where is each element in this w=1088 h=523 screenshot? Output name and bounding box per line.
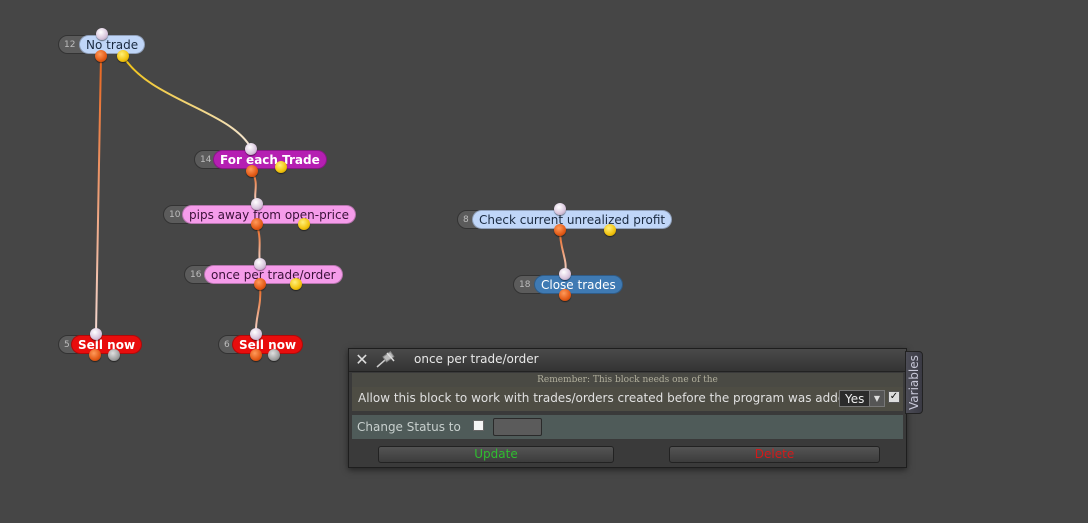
input-port-icon[interactable] [90,328,102,340]
output-port-icon[interactable] [250,349,262,361]
output-port-icon[interactable] [95,50,107,62]
node-label: Close trades [534,275,623,294]
node-once-per-trade[interactable]: 16 once per trade/order [184,258,343,290]
panel-title: once per trade/order [414,352,539,366]
allow-old-trades-checkbox[interactable]: ✓ [888,391,900,403]
wire-once-to-sell-now [254,285,262,334]
input-port-icon[interactable] [554,203,566,215]
node-label: Check current unrealized profit [472,210,673,229]
select-value: Yes [845,392,865,406]
delete-button[interactable]: Delete [669,446,880,463]
input-port-icon[interactable] [254,258,266,270]
node-pips-away[interactable]: 10 pips away from open-price [163,198,356,230]
node-check-profit[interactable]: 8 Check current unrealized profit [457,203,673,236]
chevron-down-icon[interactable]: ▼ [869,391,884,406]
wire-no-trade-to-sell-now [95,55,102,334]
output-port-icon[interactable] [246,165,258,177]
input-port-icon[interactable] [96,28,108,40]
node-sell-now-a[interactable]: 5 Sell now [58,328,143,361]
output-port-icon[interactable] [268,349,280,361]
node-label: Sell now [71,335,143,354]
pin-icon[interactable] [375,350,397,369]
input-port-icon[interactable] [251,198,263,210]
update-button[interactable]: Update [378,446,614,463]
output-port-icon[interactable] [117,50,129,62]
output-port-icon[interactable] [108,349,120,361]
node-label: Sell now [232,335,304,354]
wire-check-to-close [559,230,567,274]
output-port-icon[interactable] [290,278,302,290]
output-port-icon[interactable] [254,278,266,290]
node-label: pips away from open-price [182,205,356,224]
input-port-icon[interactable] [250,328,262,340]
change-status-checkbox[interactable] [473,420,484,431]
panel-notice: Remember: This block needs one of the [352,373,903,387]
wire-no-trade-to-for-each [122,55,252,149]
output-port-icon[interactable] [559,289,571,301]
node-for-each-trade[interactable]: 14 For each Trade [194,143,327,177]
allow-old-trades-row: Allow this block to work with trades/ord… [352,387,903,411]
input-port-icon[interactable] [245,143,257,155]
node-label: For each Trade [213,150,327,169]
output-port-icon[interactable] [89,349,101,361]
output-port-icon[interactable] [554,224,566,236]
output-port-icon[interactable] [298,218,310,230]
panel-header[interactable]: ✕ once per trade/order [349,349,906,372]
node-label: once per trade/order [204,265,343,284]
output-port-icon[interactable] [275,161,287,173]
allow-old-trades-label: Allow this block to work with trades/ord… [358,391,860,405]
allow-old-trades-select[interactable]: Yes ▼ [839,390,885,407]
change-status-input[interactable] [493,418,542,436]
node-label: No trade [79,35,146,54]
input-port-icon[interactable] [559,268,571,280]
variables-tab[interactable]: Variables [905,351,923,414]
output-port-icon[interactable] [604,224,616,236]
variables-tab-label: Variables [907,355,921,410]
node-close-trades[interactable]: 18 Close trades [513,268,623,301]
node-sell-now-b[interactable]: 6 Sell now [218,328,304,361]
change-status-row: Change Status to [352,415,903,439]
block-properties-panel: ✕ once per trade/order Remember: This bl… [348,348,907,468]
node-no-trade[interactable]: 12 No trade [58,28,146,62]
close-icon[interactable]: ✕ [354,352,370,368]
change-status-label: Change Status to [357,420,461,434]
output-port-icon[interactable] [251,218,263,230]
